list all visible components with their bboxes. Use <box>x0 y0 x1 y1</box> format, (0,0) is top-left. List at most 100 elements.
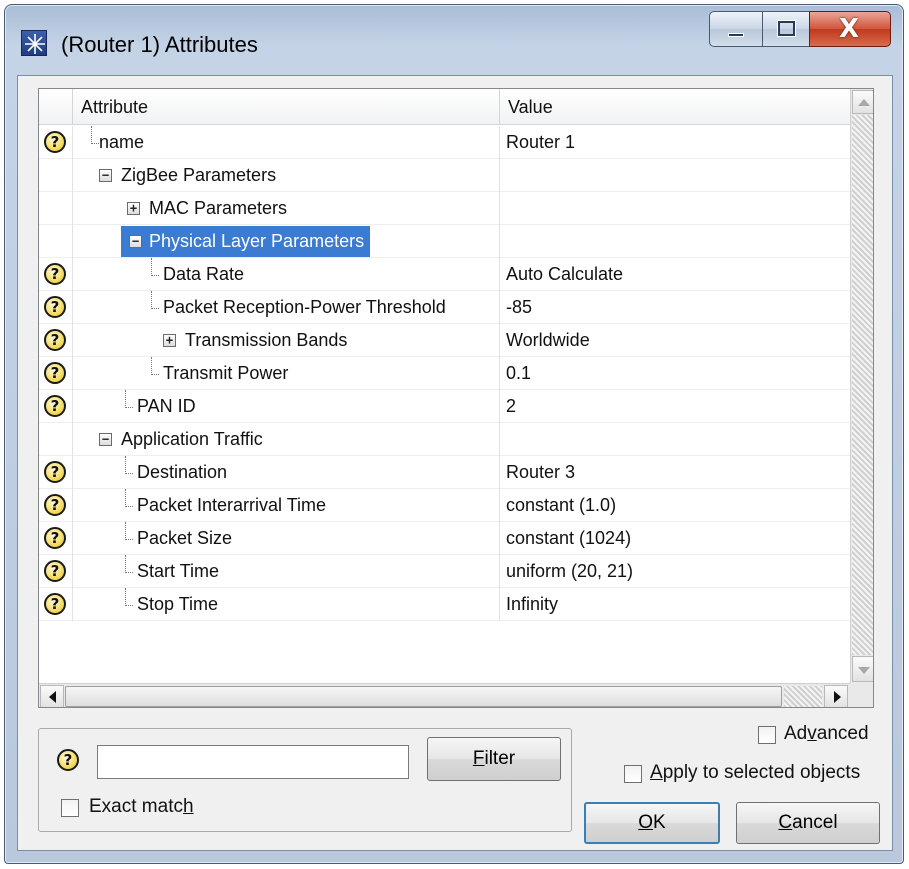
grid-row[interactable]: ? Packet Reception-Power Threshold -85 <box>39 291 850 324</box>
header-attribute[interactable]: Attribute <box>73 89 500 125</box>
value-cell[interactable] <box>500 192 850 225</box>
attribute-cell[interactable]: + MAC Parameters <box>73 192 500 225</box>
value-cell[interactable] <box>500 225 850 258</box>
attribute-cell[interactable]: Transmit Power <box>73 357 500 390</box>
attribute-label: Physical Layer Parameters <box>121 226 371 257</box>
close-button[interactable]: X <box>809 11 891 47</box>
grid-row[interactable]: ? name Router 1 <box>39 126 850 159</box>
exact-match-checkbox[interactable] <box>61 799 79 817</box>
attribute-cell[interactable]: Packet Reception-Power Threshold <box>73 291 500 324</box>
expand-icon[interactable]: + <box>127 202 140 215</box>
help-icon[interactable]: ? <box>44 395 66 417</box>
value-cell[interactable] <box>500 423 850 456</box>
scroll-left-button[interactable] <box>40 685 64 707</box>
attribute-cell[interactable]: − Application Traffic <box>73 423 500 456</box>
value-cell[interactable] <box>500 159 850 192</box>
collapse-icon[interactable]: − <box>129 235 142 248</box>
attribute-cell[interactable]: Packet Size <box>73 522 500 555</box>
attribute-cell[interactable]: Destination <box>73 456 500 489</box>
window-title: (Router 1) Attributes <box>61 32 258 57</box>
grid-row[interactable]: ? Destination Router 3 <box>39 456 850 489</box>
attribute-cell[interactable]: Physical Layer Parameters − <box>73 225 500 258</box>
attribute-cell[interactable]: + Transmission Bands <box>73 324 500 357</box>
ok-button[interactable]: OK <box>584 802 720 844</box>
grid-row[interactable]: − Application Traffic <box>39 423 850 456</box>
filter-input[interactable] <box>97 745 409 779</box>
dialog-body: Attribute Value ? name Router 1− ZigBee Par… <box>17 75 893 851</box>
tree-connector <box>151 357 152 375</box>
attribute-cell[interactable]: Stop Time <box>73 588 500 621</box>
scroll-down-button[interactable] <box>852 656 873 682</box>
help-icon[interactable]: ? <box>44 593 66 615</box>
help-icon[interactable]: ? <box>44 527 66 549</box>
value-cell[interactable]: 2 <box>500 390 850 423</box>
close-icon: X <box>839 14 860 44</box>
row-gutter: ? <box>39 324 73 357</box>
help-icon[interactable]: ? <box>44 131 66 153</box>
value-cell[interactable]: Router 1 <box>500 126 850 159</box>
value-cell[interactable]: Router 3 <box>500 456 850 489</box>
vertical-scroll-track[interactable] <box>852 115 873 655</box>
cancel-button[interactable]: Cancel <box>736 802 880 844</box>
grid-row[interactable]: ? + Transmission Bands Worldwide <box>39 324 850 357</box>
expand-icon[interactable]: + <box>163 334 176 347</box>
help-icon[interactable]: ? <box>44 296 66 318</box>
value-cell[interactable]: Infinity <box>500 588 850 621</box>
attribute-cell[interactable]: − ZigBee Parameters <box>73 159 500 192</box>
scroll-right-button[interactable] <box>824 685 848 707</box>
value-cell[interactable]: uniform (20, 21) <box>500 555 850 588</box>
help-icon[interactable]: ? <box>57 749 79 771</box>
grid-row[interactable]: + MAC Parameters <box>39 192 850 225</box>
help-icon[interactable]: ? <box>44 560 66 582</box>
grid-row[interactable]: ? Stop Time Infinity <box>39 588 850 621</box>
tree-connector <box>125 489 126 507</box>
value-cell[interactable]: -85 <box>500 291 850 324</box>
attribute-cell[interactable]: PAN ID <box>73 390 500 423</box>
grid-row[interactable]: ? PAN ID 2 <box>39 390 850 423</box>
value-cell[interactable]: constant (1024) <box>500 522 850 555</box>
apply-selected-checkbox[interactable] <box>624 765 642 783</box>
grid-row[interactable]: ? Packet Size constant (1024) <box>39 522 850 555</box>
grid-row[interactable]: − ZigBee Parameters <box>39 159 850 192</box>
maximize-button[interactable] <box>762 11 810 47</box>
grid-row[interactable]: ? Data Rate Auto Calculate <box>39 258 850 291</box>
advanced-label[interactable]: Advanced <box>784 723 869 745</box>
help-icon[interactable]: ? <box>44 494 66 516</box>
attribute-cell[interactable]: Packet Interarrival Time <box>73 489 500 522</box>
collapse-icon[interactable]: − <box>99 433 112 446</box>
attribute-label: ZigBee Parameters <box>121 165 277 185</box>
value-cell[interactable]: constant (1.0) <box>500 489 850 522</box>
help-icon[interactable]: ? <box>44 362 66 384</box>
vertical-scrollbar[interactable] <box>850 89 873 683</box>
header-value[interactable]: Value <box>500 89 850 125</box>
scroll-up-button[interactable] <box>852 90 873 114</box>
attribute-label: Data Rate <box>163 264 245 284</box>
horizontal-scroll-track[interactable] <box>784 686 822 707</box>
attribute-label: Destination <box>137 462 228 482</box>
value-cell[interactable]: Worldwide <box>500 324 850 357</box>
horizontal-scroll-thumb[interactable] <box>65 686 782 707</box>
advanced-checkbox[interactable] <box>758 726 776 744</box>
exact-match-label[interactable]: Exact match <box>89 796 194 818</box>
apply-selected-label[interactable]: Apply to selected objects <box>650 762 860 784</box>
attribute-cell[interactable]: Start Time <box>73 555 500 588</box>
filter-button[interactable]: Filter <box>427 737 561 781</box>
grid-row[interactable]: ? Start Time uniform (20, 21) <box>39 555 850 588</box>
help-icon[interactable]: ? <box>44 329 66 351</box>
help-icon[interactable]: ? <box>44 263 66 285</box>
value-cell[interactable]: Auto Calculate <box>500 258 850 291</box>
collapse-icon[interactable]: − <box>99 169 112 182</box>
attribute-cell[interactable]: name <box>73 126 500 159</box>
grid-row[interactable]: ? Packet Interarrival Time constant (1.0) <box>39 489 850 522</box>
help-icon[interactable]: ? <box>44 461 66 483</box>
attribute-label: Start Time <box>137 561 220 581</box>
row-gutter: ? <box>39 291 73 324</box>
row-gutter: ? <box>39 456 73 489</box>
title-bar[interactable]: (Router 1) Attributes X <box>5 5 903 75</box>
horizontal-scrollbar[interactable] <box>39 683 850 707</box>
grid-row[interactable]: ? Transmit Power 0.1 <box>39 357 850 390</box>
minimize-button[interactable] <box>709 11 763 47</box>
grid-row[interactable]: Physical Layer Parameters − <box>39 225 850 258</box>
value-cell[interactable]: 0.1 <box>500 357 850 390</box>
attribute-cell[interactable]: Data Rate <box>73 258 500 291</box>
